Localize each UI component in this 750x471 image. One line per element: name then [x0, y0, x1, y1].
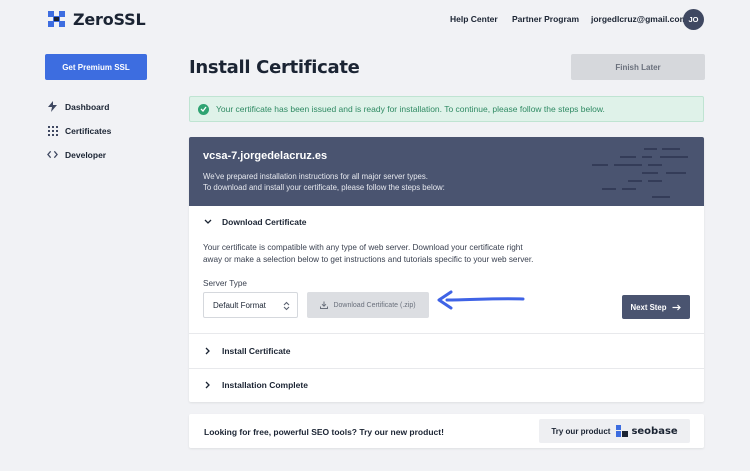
chevron-right-icon — [204, 347, 212, 355]
download-icon — [320, 301, 329, 309]
promo-button-label: Try our product — [551, 426, 611, 436]
section-title: Install Certificate — [222, 346, 291, 356]
next-step-label: Next Step — [630, 302, 667, 312]
partner-program-link[interactable]: Partner Program — [512, 14, 579, 24]
download-certificate-button[interactable]: Download Certificate (.zip) — [307, 292, 429, 318]
seobase-logo: seobase — [616, 425, 678, 437]
next-step-button[interactable]: Next Step — [622, 295, 690, 319]
server-type-label: Server Type — [203, 279, 247, 288]
section-title: Installation Complete — [222, 380, 308, 390]
logo-text: ZeroSSL — [73, 9, 146, 29]
promo-text: Looking for free, powerful SEO tools? Tr… — [204, 427, 444, 437]
server-type-select[interactable]: Default Format — [203, 292, 298, 318]
avatar[interactable]: JO — [683, 9, 704, 30]
help-center-link[interactable]: Help Center — [450, 14, 498, 24]
code-icon — [47, 149, 58, 160]
download-button-label: Download Certificate (.zip) — [333, 301, 416, 309]
check-circle-icon — [198, 103, 209, 115]
sidebar-item-certificates[interactable]: Certificates — [47, 125, 111, 136]
pointer-arrow-icon — [437, 290, 525, 310]
account-email[interactable]: jorgedlcruz@gmail.com — [591, 14, 687, 24]
zerossl-logo-icon — [48, 11, 65, 27]
compatibility-description: Your certificate is compatible with any … — [203, 242, 573, 266]
description-line: away or make a selection below to get in… — [203, 255, 534, 264]
seobase-promo-banner: Looking for free, powerful SEO tools? Tr… — [189, 414, 704, 448]
try-our-product-button[interactable]: Try our product seobase — [539, 419, 690, 443]
seobase-brand-text: seobase — [631, 425, 678, 437]
sidebar-item-label: Certificates — [65, 125, 112, 136]
section-download-certificate[interactable]: Download Certificate — [189, 217, 704, 227]
top-header: ZeroSSL Help Center Partner Program jorg… — [0, 0, 750, 38]
page-title: Install Certificate — [189, 57, 360, 78]
get-premium-ssl-button[interactable]: Get Premium SSL — [45, 54, 147, 80]
seobase-logo-icon — [616, 425, 629, 437]
description-line: Your certificate is compatible with any … — [203, 243, 523, 252]
code-lines-decoration-icon — [592, 148, 688, 198]
section-title: Download Certificate — [222, 217, 307, 227]
grid-icon — [47, 125, 58, 136]
bolt-icon — [47, 101, 58, 112]
chevron-right-icon — [204, 381, 212, 389]
certificate-card: vcsa-7.jorgedelacruz.es We've prepared i… — [189, 137, 704, 402]
section-installation-complete[interactable]: Installation Complete — [189, 380, 704, 390]
sidebar-item-developer[interactable]: Developer — [47, 149, 106, 160]
sidebar-item-dashboard[interactable]: Dashboard — [47, 101, 109, 112]
section-divider — [189, 333, 704, 334]
section-install-certificate[interactable]: Install Certificate — [189, 346, 704, 356]
server-type-value: Default Format — [213, 300, 266, 310]
zerossl-logo[interactable]: ZeroSSL — [45, 9, 146, 29]
section-divider — [189, 368, 704, 369]
arrow-right-icon — [672, 304, 682, 310]
finish-later-button[interactable]: Finish Later — [571, 54, 705, 80]
chevron-down-icon — [204, 218, 212, 226]
updown-chevron-icon — [283, 301, 290, 311]
card-header: vcsa-7.jorgedelacruz.es We've prepared i… — [189, 137, 704, 206]
alert-text: Your certificate has been issued and is … — [216, 104, 605, 114]
sidebar-item-label: Developer — [65, 149, 107, 160]
success-alert: Your certificate has been issued and is … — [189, 96, 704, 122]
sidebar-item-label: Dashboard — [65, 101, 110, 112]
